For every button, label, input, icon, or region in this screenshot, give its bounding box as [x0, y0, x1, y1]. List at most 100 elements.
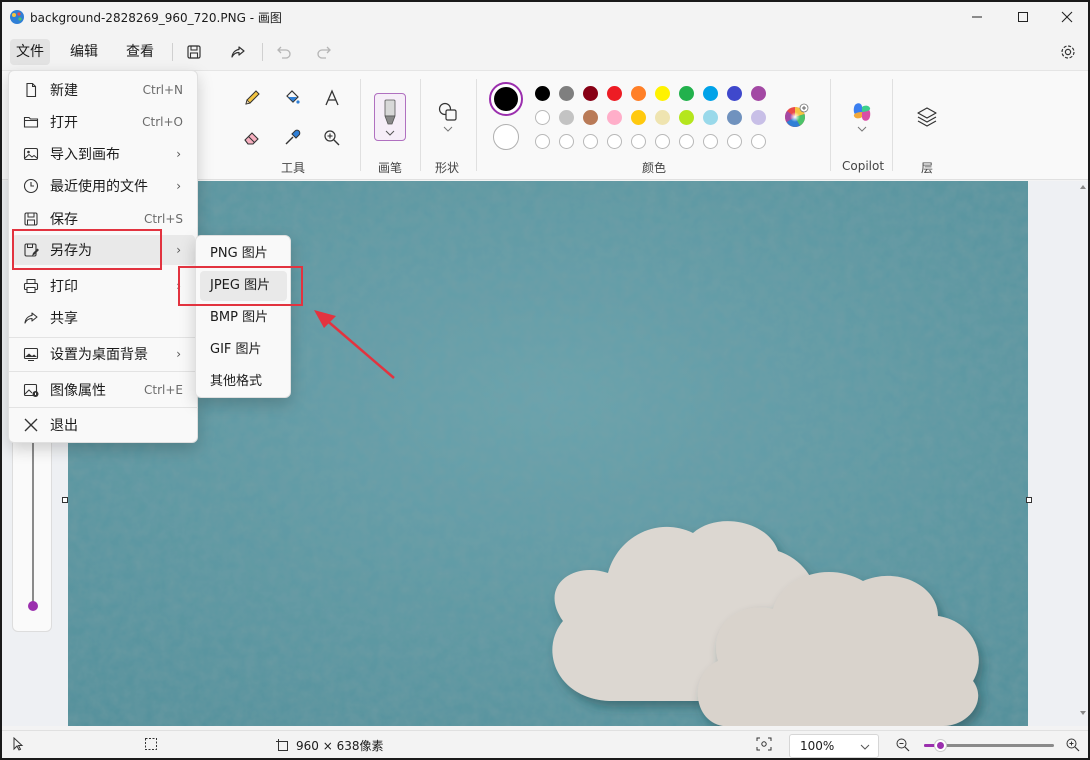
- copilot-dropdown[interactable]: [849, 121, 875, 137]
- color-swatch[interactable]: [703, 86, 718, 101]
- maximize-button[interactable]: [1000, 2, 1046, 32]
- text-tool[interactable]: [319, 85, 345, 111]
- color-swatch[interactable]: [655, 110, 670, 125]
- menu-divider: [9, 407, 197, 408]
- custom-color-slot[interactable]: [751, 134, 766, 149]
- color-swatch[interactable]: [679, 110, 694, 125]
- color-swatch[interactable]: [559, 110, 574, 125]
- color-picker-tool[interactable]: [279, 125, 305, 151]
- zoom-slider-thumb[interactable]: [934, 740, 946, 751]
- shapes-dropdown[interactable]: [435, 121, 461, 137]
- color-swatch[interactable]: [583, 86, 598, 101]
- menu-item-label: 保存: [50, 212, 78, 228]
- maximize-icon: [1018, 12, 1028, 22]
- menu-item-recent-files[interactable]: 最近使用的文件 ›: [12, 171, 195, 201]
- menu-item-new[interactable]: 新建 Ctrl+N: [12, 75, 195, 105]
- close-window-button[interactable]: [1044, 2, 1088, 32]
- menu-item-image-properties[interactable]: 图像属性 Ctrl+E: [12, 375, 195, 405]
- menu-item-share[interactable]: 共享: [12, 303, 195, 333]
- layers-button[interactable]: [914, 104, 940, 130]
- color-swatch[interactable]: [679, 86, 694, 101]
- zoom-out-button[interactable]: [895, 737, 911, 753]
- vertical-scrollbar[interactable]: [1078, 181, 1088, 726]
- edit-colors-button[interactable]: [783, 103, 809, 129]
- save-as-gif[interactable]: GIF 图片: [200, 335, 287, 365]
- paint-bucket-icon: [286, 90, 300, 104]
- brush-icon: [384, 99, 396, 136]
- undo-button[interactable]: [272, 40, 296, 64]
- menu-item-exit[interactable]: 退出: [12, 410, 195, 440]
- color-swatch[interactable]: [631, 86, 646, 101]
- canvas-size-icon: [276, 738, 288, 751]
- color-swatch[interactable]: [583, 110, 598, 125]
- color-swatch[interactable]: [535, 86, 550, 101]
- zoom-in-button[interactable]: [1065, 737, 1081, 753]
- custom-color-slot[interactable]: [679, 134, 694, 149]
- color-swatch[interactable]: [631, 110, 646, 125]
- menu-edit[interactable]: 编辑: [64, 39, 104, 65]
- color-swatch[interactable]: [727, 86, 742, 101]
- desktop-background-icon: [22, 345, 40, 363]
- copilot-group-label: Copilot: [842, 159, 885, 173]
- secondary-color-swatch[interactable]: [493, 124, 519, 150]
- menu-view[interactable]: 查看: [120, 39, 160, 65]
- custom-color-slot[interactable]: [583, 134, 598, 149]
- color-swatch[interactable]: [559, 86, 574, 101]
- color-swatch[interactable]: [607, 86, 622, 101]
- custom-color-slot[interactable]: [655, 134, 670, 149]
- import-image-icon: [22, 145, 40, 163]
- menu-item-set-desktop-background[interactable]: 设置为桌面背景 ›: [12, 339, 195, 369]
- menu-divider: [9, 337, 197, 338]
- color-swatch[interactable]: [751, 86, 766, 101]
- custom-color-slot[interactable]: [559, 134, 574, 149]
- clock-icon: [22, 177, 40, 195]
- color-swatch[interactable]: [535, 110, 550, 125]
- menu-item-label: 新建: [50, 83, 78, 99]
- resize-handle-right[interactable]: [1026, 497, 1032, 503]
- size-slider-track: [32, 443, 34, 603]
- custom-color-slot[interactable]: [703, 134, 718, 149]
- custom-color-slot[interactable]: [631, 134, 646, 149]
- minimize-icon: [972, 16, 982, 18]
- fit-to-window-button[interactable]: [756, 737, 772, 751]
- zoom-select[interactable]: 100%: [789, 734, 879, 758]
- color-swatch[interactable]: [655, 86, 670, 101]
- quick-share-button[interactable]: [226, 40, 250, 64]
- close-icon: [1061, 11, 1073, 23]
- custom-color-slot[interactable]: [727, 134, 742, 149]
- resize-handle-left[interactable]: [62, 497, 68, 503]
- status-bar: 960 × 638像素 100%: [2, 730, 1088, 758]
- brush-button[interactable]: [374, 93, 406, 141]
- fill-tool[interactable]: [279, 85, 305, 111]
- zoom-slider[interactable]: [924, 740, 1054, 751]
- menu-item-import-to-canvas[interactable]: 导入到画布 ›: [12, 139, 195, 169]
- save-as-bmp[interactable]: BMP 图片: [200, 303, 287, 333]
- menu-file[interactable]: 文件: [10, 39, 50, 65]
- chevron-down-icon: [443, 126, 453, 132]
- settings-button[interactable]: [1056, 40, 1080, 64]
- magnifier-tool[interactable]: [319, 125, 345, 151]
- redo-button[interactable]: [312, 40, 336, 64]
- custom-color-slot[interactable]: [535, 134, 550, 149]
- color-swatch[interactable]: [607, 110, 622, 125]
- menu-item-label: 共享: [50, 311, 78, 327]
- color-swatch[interactable]: [751, 110, 766, 125]
- selection-size: [144, 737, 158, 751]
- save-as-png[interactable]: PNG 图片: [200, 239, 287, 269]
- fit-window-icon: [756, 737, 772, 751]
- color-swatch[interactable]: [727, 110, 742, 125]
- color-swatch[interactable]: [703, 110, 718, 125]
- pencil-tool[interactable]: [239, 85, 265, 111]
- chevron-down-icon: [860, 744, 870, 750]
- custom-color-slot[interactable]: [607, 134, 622, 149]
- menu-item-open[interactable]: 打开 Ctrl+O: [12, 107, 195, 137]
- chevron-right-icon: ›: [176, 147, 181, 161]
- quick-save-button[interactable]: [182, 40, 206, 64]
- size-slider-thumb[interactable]: [28, 601, 38, 611]
- minimize-button[interactable]: [954, 2, 1000, 32]
- eraser-tool[interactable]: [239, 125, 265, 151]
- menu-item-print[interactable]: 打印 ›: [12, 271, 195, 301]
- divider: [830, 79, 831, 171]
- primary-color-ring[interactable]: [489, 82, 523, 116]
- save-as-other-formats[interactable]: 其他格式: [200, 367, 287, 397]
